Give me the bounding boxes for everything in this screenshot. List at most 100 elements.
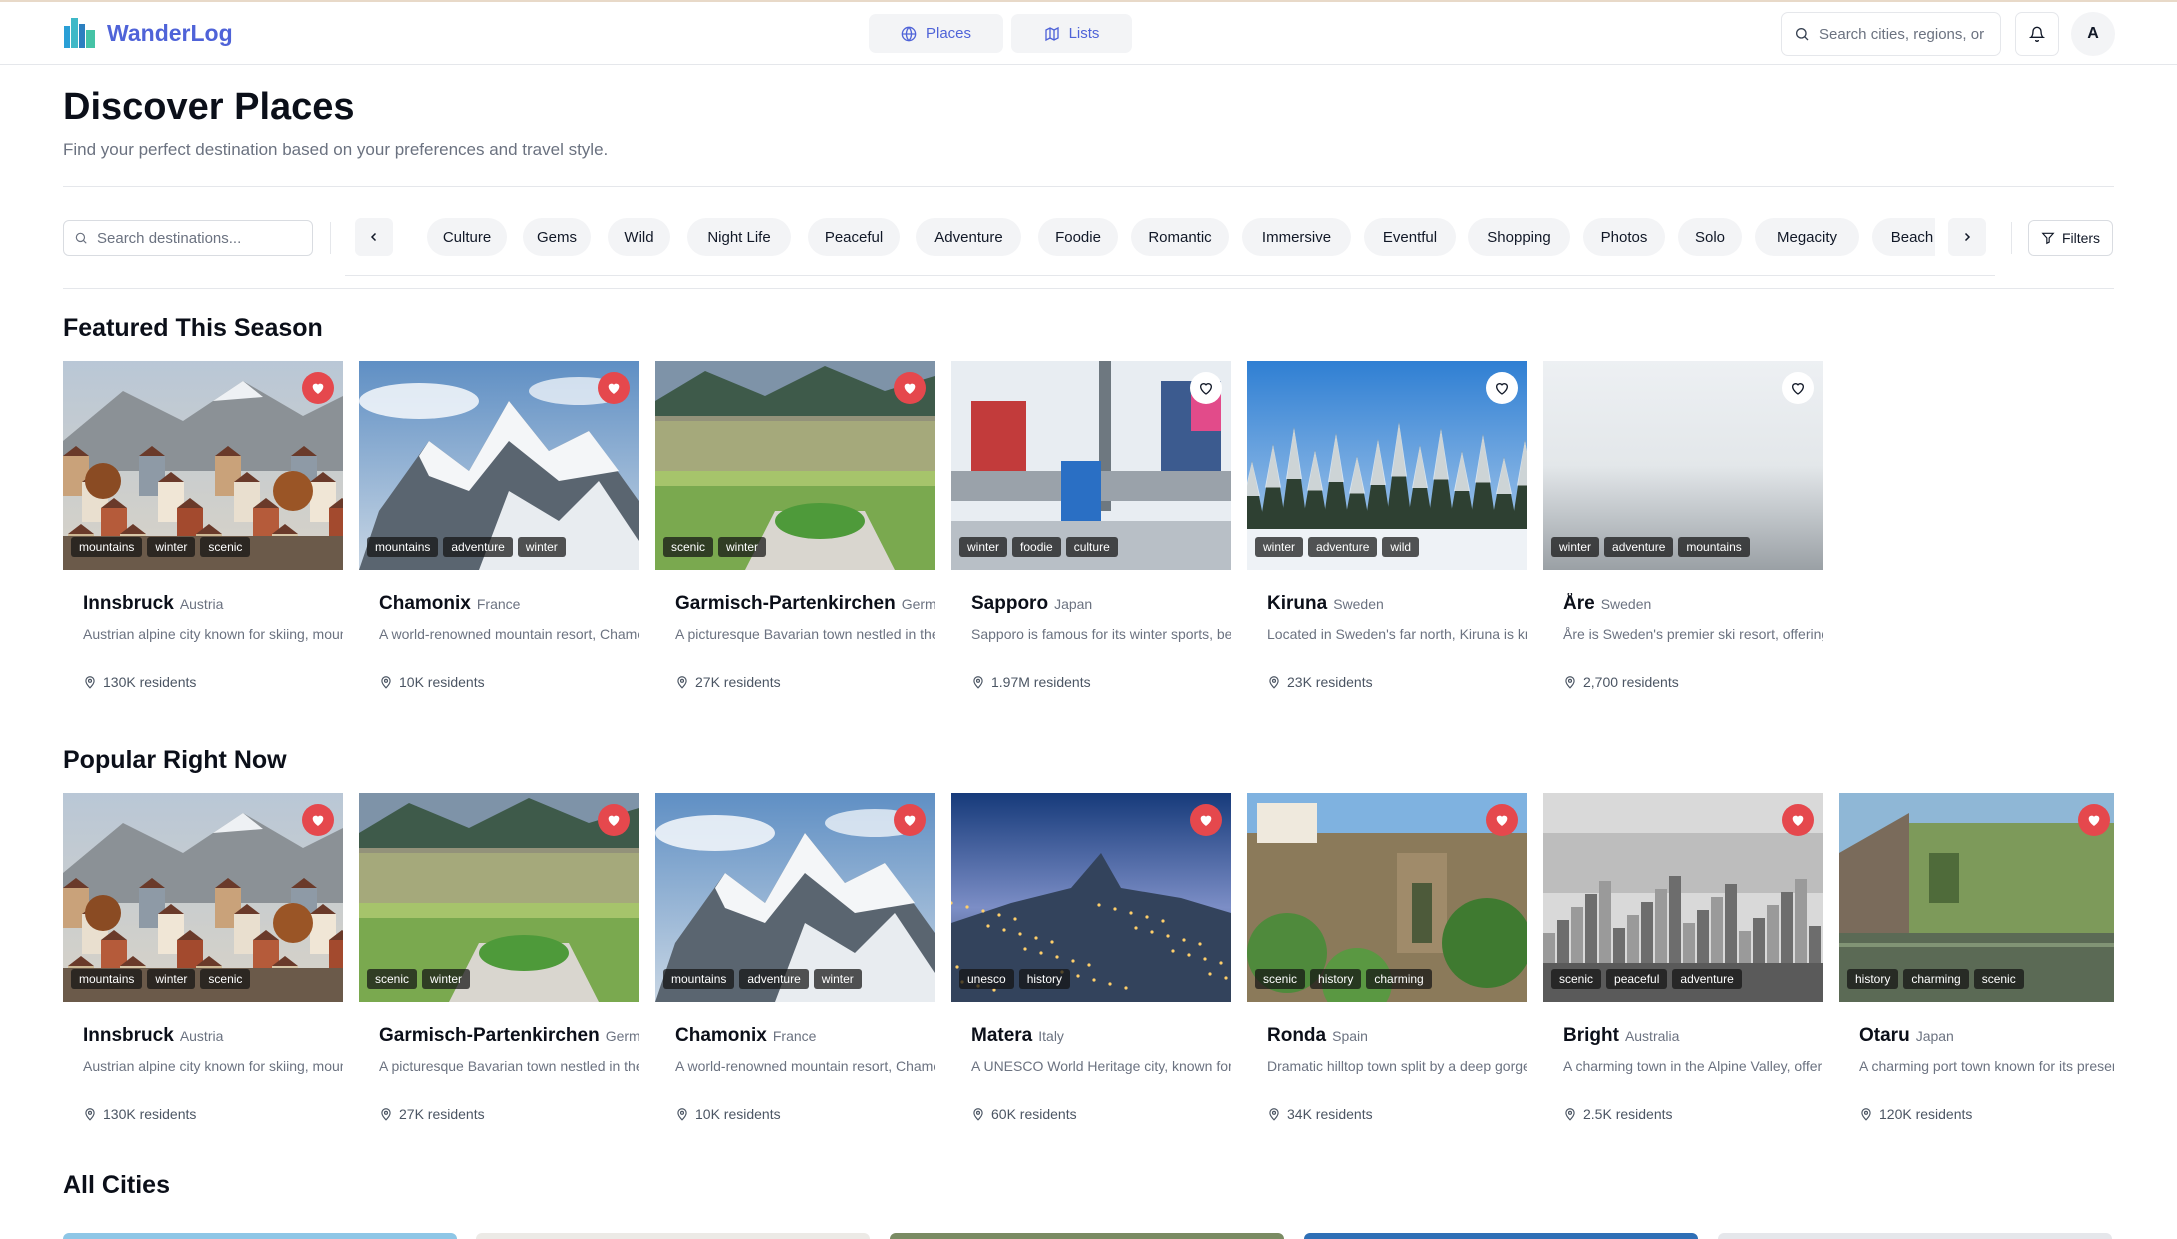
search-icon	[1796, 28, 1809, 41]
place-photo: scenic peaceful adventure	[1543, 793, 1823, 1002]
chip-immersive[interactable]: Immersive	[1242, 218, 1351, 256]
favorite-button[interactable]	[1782, 804, 1814, 836]
globe-icon	[901, 26, 917, 41]
city-card-preview[interactable]	[476, 1233, 870, 1239]
place-country: Sweden	[1333, 596, 1384, 612]
header-search-input[interactable]	[1819, 25, 1989, 43]
place-card[interactable]: winter adventure mountains Åre Sweden Åre i…	[1543, 361, 1823, 701]
place-country: Japan	[1915, 1028, 1954, 1044]
chip-wild[interactable]: Wild	[608, 218, 670, 256]
chip-gems[interactable]: Gems	[523, 218, 591, 256]
place-description: A picturesque Bavarian town nestled in t…	[675, 626, 935, 642]
map-pin-icon	[1565, 1108, 1575, 1121]
place-card[interactable]: scenic winter Garmisch-Partenkirchen Germ a…	[655, 361, 935, 701]
place-card[interactable]: unesco history Matera Italy A UNESCO World…	[951, 793, 1231, 1133]
place-title: Ronda Spain	[1267, 1025, 1527, 1047]
place-card[interactable]: winter adventure wild Kiruna Sweden Located…	[1247, 361, 1527, 701]
logo-icon[interactable]	[63, 16, 97, 50]
chips-prev-button[interactable]	[355, 218, 393, 256]
city-card-preview[interactable]	[1718, 1233, 2112, 1239]
place-card[interactable]: mountains adventure winter Chamonix France …	[359, 361, 639, 701]
favorite-button[interactable]	[2078, 804, 2110, 836]
chip-solo[interactable]: Solo	[1678, 218, 1742, 256]
favorite-button[interactable]	[598, 804, 630, 836]
place-photo: history charming scenic	[1839, 793, 2114, 1002]
place-population: 34K residents	[1267, 1106, 1373, 1122]
tag: peaceful	[1606, 969, 1668, 989]
place-card[interactable]: scenic winter Garmisch-Partenkirchen Germ a…	[359, 793, 639, 1133]
tag: culture	[1065, 537, 1118, 557]
avatar[interactable]: A	[2071, 12, 2115, 56]
page-subtitle: Find your perfect destination based on y…	[63, 140, 609, 159]
chip-shopping[interactable]: Shopping	[1468, 218, 1570, 256]
chip-beach[interactable]: Beach	[1872, 218, 1935, 256]
map-pin-icon	[1269, 1108, 1279, 1121]
tag: scenic	[1973, 969, 2024, 989]
map-pin-icon	[381, 1108, 391, 1121]
population-text: 1.97M residents	[991, 674, 1091, 690]
destination-search-input[interactable]	[97, 229, 297, 247]
place-card[interactable]: mountains winter scenic Innsbruck Austria A…	[63, 793, 343, 1133]
population-text: 27K residents	[399, 1106, 485, 1122]
tag: mountains	[367, 537, 439, 557]
favorite-button[interactable]	[1486, 372, 1518, 404]
population-text: 23K residents	[1287, 674, 1373, 690]
chip-adventure[interactable]: Adventure	[916, 218, 1021, 256]
tag-list: unesco history	[959, 969, 1071, 989]
tag: winter	[1255, 537, 1304, 557]
place-card[interactable]: scenic peaceful adventure Bright Australia …	[1543, 793, 1823, 1133]
chip-eventful[interactable]: Eventful	[1364, 218, 1456, 256]
favorite-button[interactable]	[302, 372, 334, 404]
notifications-button[interactable]	[2015, 12, 2059, 56]
place-card[interactable]: history charming scenic Otaru Japan A charm…	[1839, 793, 2114, 1133]
app-name[interactable]: WanderLog	[107, 20, 233, 47]
tag: history	[1310, 969, 1362, 989]
header-search[interactable]	[1781, 12, 2001, 56]
place-card[interactable]: scenic history charming Ronda Spain Dramati…	[1247, 793, 1527, 1133]
tag: scenic	[200, 969, 251, 989]
tag-list: mountains winter scenic	[71, 969, 251, 989]
tag: scenic	[367, 969, 418, 989]
favorite-button[interactable]	[1190, 804, 1222, 836]
chip-culture[interactable]: Culture	[427, 218, 507, 256]
place-card[interactable]: mountains winter scenic Innsbruck Austria A…	[63, 361, 343, 701]
favorite-button[interactable]	[1782, 372, 1814, 404]
nav-places[interactable]: Places	[869, 14, 1003, 53]
favorite-button[interactable]	[302, 804, 334, 836]
population-text: 2,700 residents	[1583, 674, 1679, 690]
chip-romantic[interactable]: Romantic	[1131, 218, 1229, 256]
place-card[interactable]: mountains adventure winter Chamonix France …	[655, 793, 935, 1133]
tag-list: history charming scenic	[1847, 969, 2024, 989]
filters-button[interactable]: Filters	[2028, 220, 2113, 256]
favorite-button[interactable]	[1486, 804, 1518, 836]
all-cities-section-title: All Cities	[63, 1171, 170, 1199]
place-country: France	[476, 596, 521, 612]
tag: mountains	[71, 537, 143, 557]
heart-filled-icon	[312, 383, 324, 394]
place-description: A UNESCO World Heritage city, known for …	[971, 1058, 1231, 1074]
tag: winter	[718, 537, 767, 557]
place-country: Italy	[1038, 1028, 1064, 1044]
favorite-button[interactable]	[894, 804, 926, 836]
place-title: Otaru Japan	[1859, 1025, 2114, 1047]
city-card-preview[interactable]	[63, 1233, 457, 1239]
destination-search[interactable]	[63, 220, 313, 256]
place-population: 130K residents	[83, 674, 196, 690]
city-card-preview[interactable]	[1304, 1233, 1698, 1239]
place-card[interactable]: winter foodie culture Sapporo Japan Sapporo…	[951, 361, 1231, 701]
chip-night-life[interactable]: Night Life	[687, 218, 791, 256]
chip-photos[interactable]: Photos	[1583, 218, 1665, 256]
city-card-preview[interactable]	[890, 1233, 1284, 1239]
chip-foodie[interactable]: Foodie	[1038, 218, 1118, 256]
divider	[63, 186, 2114, 187]
nav-lists[interactable]: Lists	[1011, 14, 1132, 53]
place-population: 60K residents	[971, 1106, 1077, 1122]
chevron-right-icon	[1964, 232, 1971, 242]
chips-next-button[interactable]	[1948, 218, 1986, 256]
favorite-button[interactable]	[1190, 372, 1222, 404]
favorite-button[interactable]	[598, 372, 630, 404]
chip-megacity[interactable]: Megacity	[1755, 218, 1859, 256]
chip-peaceful[interactable]: Peaceful	[808, 218, 900, 256]
place-title: Innsbruck Austria	[83, 1025, 343, 1047]
favorite-button[interactable]	[894, 372, 926, 404]
